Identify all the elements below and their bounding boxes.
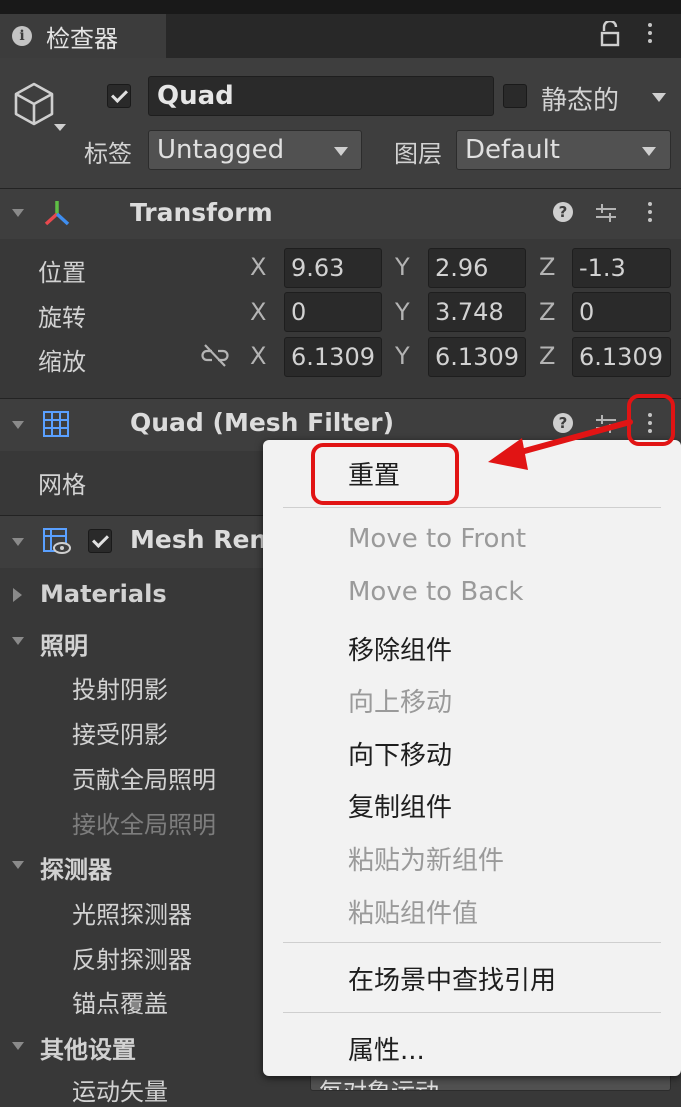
menu-item-paste-as-new: 粘贴为新组件 [348,846,505,876]
mesh-renderer-icon [43,528,71,554]
motion-vectors-value: 每对象运动 [319,1078,439,1090]
mesh-renderer-title: Mesh Ren [130,525,268,554]
pos-y-label: Y [395,253,410,281]
rot-y-label: Y [395,298,410,326]
menu-item-move-down[interactable]: 向下移动 [348,735,452,772]
tag-caret-icon [334,147,348,156]
transform-title: Transform [130,198,273,227]
mesh-label: 网格 [38,471,86,499]
materials-label[interactable]: Materials [40,580,167,608]
other-settings-foldout-icon[interactable] [12,1042,24,1050]
materials-foldout-icon[interactable] [13,588,22,602]
cast-shadows-label: 投射阴影 [72,676,168,704]
rot-z-label: Z [539,298,556,326]
scale-y-input[interactable]: 6.1309 [428,337,526,377]
transform-header[interactable] [0,188,681,239]
probes-label[interactable]: 探测器 [40,850,112,885]
scale-y-label: Y [395,342,410,370]
annotation-arrow-icon [488,419,633,470]
tag-value: Untagged [157,135,285,165]
probes-foldout-icon[interactable] [12,861,24,869]
layer-label: 图层 [394,140,442,168]
transform-menu-icon[interactable] [647,202,653,226]
scale-z-label: Z [539,342,556,370]
menu-item-remove-component[interactable]: 移除组件 [348,630,452,667]
menu-item-paste-values: 粘贴组件值 [348,899,479,929]
info-icon: i [12,26,32,46]
rot-x-label: X [250,298,267,326]
menu-item-move-up: 向上移动 [348,688,453,718]
tag-label: 标签 [84,140,132,168]
menu-separator [283,1012,661,1013]
transform-foldout-icon[interactable] [12,209,24,217]
component-context-menu: 重置 Move to Front Move to Back 移除组件 向上移动 … [263,440,681,1076]
menu-separator [283,507,661,508]
tag-dropdown[interactable]: Untagged [148,130,362,170]
pos-x-label: X [250,253,267,281]
icon-dropdown-icon[interactable] [54,124,66,131]
lighting-label[interactable]: 照明 [40,626,88,661]
lock-icon[interactable] [600,21,620,49]
receive-shadows-label: 接受阴影 [72,721,168,749]
pos-x-input[interactable]: 9.63 [284,248,382,288]
layer-value: Default [465,135,560,165]
title-strip [0,0,681,14]
rot-x-input[interactable]: 0 [284,292,382,332]
presets-icon[interactable] [594,201,618,225]
scale-label: 缩放 [38,348,86,376]
scale-z-input[interactable]: 6.1309 [572,337,671,377]
menu-item-properties[interactable]: 属性... [348,1030,425,1067]
tab-title: 检查器 [46,25,118,53]
reset-highlight-box [311,443,459,505]
menu-item-move-to-front: Move to Front [348,524,527,554]
pos-z-label: Z [539,253,556,281]
rot-y-input[interactable]: 3.748 [428,292,526,332]
mesh-filter-title: Quad (Mesh Filter) [130,408,395,437]
static-checkbox[interactable] [503,84,527,108]
transform-icon [44,201,70,226]
active-checkbox[interactable] [107,84,131,108]
motion-vectors-label: 运动矢量 [72,1078,168,1106]
light-probes-label: 光照探测器 [72,901,192,929]
menu-separator [283,942,661,943]
rot-z-input[interactable]: 0 [572,292,671,332]
other-settings-label[interactable]: 其他设置 [40,1030,136,1065]
unlinked-scale-icon[interactable] [200,342,230,368]
cube-icon [14,82,54,126]
mesh-filter-foldout-icon[interactable] [12,421,24,429]
static-dropdown-icon[interactable] [652,93,666,102]
rotation-label: 旋转 [38,304,86,332]
reflection-probes-label: 反射探测器 [72,946,192,974]
pos-y-input[interactable]: 2.96 [428,248,526,288]
position-label: 位置 [38,259,86,287]
mesh-renderer-foldout-icon[interactable] [12,538,24,546]
static-label: 静态的 [541,86,620,116]
tab-menu-icon[interactable] [647,23,653,47]
scale-x-label: X [250,342,267,370]
pos-z-input[interactable]: -1.3 [572,248,671,288]
scale-x-input[interactable]: 6.1309 [284,337,382,377]
layer-caret-icon [642,147,656,156]
lighting-foldout-icon[interactable] [12,637,24,645]
help-icon[interactable]: ? [553,202,573,222]
receive-gi-label: 接收全局照明 [72,811,216,839]
menu-item-find-references[interactable]: 在场景中查找引用 [348,960,556,997]
mesh-renderer-enabled-checkbox[interactable] [88,529,112,553]
mesh-filter-icon [43,411,69,437]
object-name-input[interactable]: Quad [148,76,494,116]
menu-item-move-to-back: Move to Back [348,577,524,607]
contribute-gi-label: 贡献全局照明 [72,766,216,794]
menu-item-copy-component[interactable]: 复制组件 [348,787,452,824]
anchor-override-label: 锚点覆盖 [72,990,168,1018]
layer-dropdown[interactable]: Default [456,130,671,170]
